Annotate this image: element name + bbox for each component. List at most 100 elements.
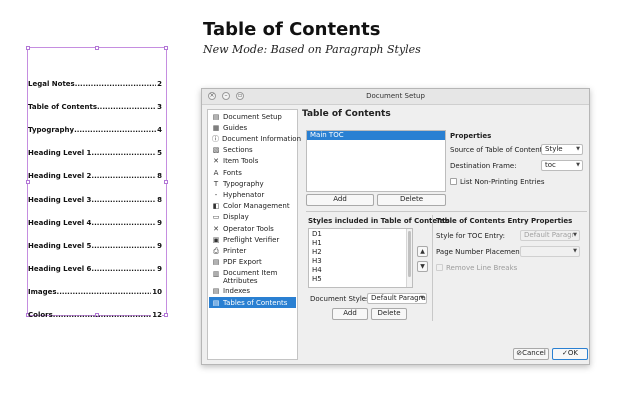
properties-title: Properties — [450, 132, 492, 140]
page-subtitle: New Mode: Based on Paragraph Styles — [203, 43, 421, 56]
toc-list[interactable]: Main TOC — [306, 130, 446, 192]
toc-text-frame[interactable]: Legal Notes.............................… — [26, 46, 168, 319]
sidebar-item-indexes[interactable]: ▤ Indexes — [209, 286, 296, 297]
frame-handle[interactable] — [26, 46, 30, 50]
frame-handle[interactable] — [26, 180, 30, 184]
styles-list[interactable]: D1 H1 H2 H3 H4 H5 — [308, 228, 413, 288]
style-list-item[interactable]: H2 — [309, 248, 412, 257]
sidebar-item-display[interactable]: ▭ Display — [209, 212, 296, 223]
delete-style-button[interactable]: Delete — [371, 308, 407, 320]
style-list-item[interactable]: H3 — [309, 257, 412, 266]
sidebar-item-preflight-verifier[interactable]: ▣ Preflight Verifier — [209, 234, 296, 245]
add-style-button[interactable]: Add — [332, 308, 368, 320]
sidebar-item-label: Operator Tools — [223, 224, 274, 233]
sidebar-item-color-management[interactable]: ◧ Color Management — [209, 201, 296, 212]
chevron-down-icon: ▼ — [420, 295, 424, 301]
toc-entry-label: Heading Level 4 — [28, 219, 92, 227]
sidebar-item-hyphenator[interactable]: ‐ Hyphenator — [209, 189, 296, 200]
toc-entry: Heading Level 1.........................… — [28, 149, 162, 157]
toc-entry-label: Table of Contents — [28, 103, 98, 111]
sidebar-item-pdf-export[interactable]: ▤ PDF Export — [209, 257, 296, 268]
source-label: Source of Table of Contents: — [450, 146, 549, 154]
dialog-titlebar: × – ▫ Document Setup — [202, 89, 589, 105]
toc-leader-dots: ........................................… — [91, 242, 162, 250]
sidebar-item-label: Color Management — [223, 202, 290, 211]
sidebar-item-label: Hyphenator — [223, 190, 265, 199]
scrollbar-thumb[interactable] — [408, 231, 411, 277]
style-list-item[interactable]: H1 — [309, 239, 412, 248]
sidebar-item-sections[interactable]: ▧ Sections — [209, 145, 296, 156]
toc-entry: Heading Level 2.........................… — [28, 172, 162, 180]
toc-entry-label: Heading Level 6 — [28, 265, 92, 273]
sidebar-item-typography[interactable]: T Typography — [209, 178, 296, 189]
style-list-item[interactable]: H5 — [309, 275, 412, 284]
toc-entry-page: 2 — [156, 80, 162, 88]
move-down-button[interactable]: ▼ — [417, 261, 428, 272]
page-number-select[interactable]: ▼ — [520, 246, 580, 257]
divider — [432, 215, 433, 321]
sidebar-item-label: Preflight Verifier — [223, 235, 280, 244]
sidebar-item-label: Indexes — [223, 287, 251, 296]
sidebar-item-guides[interactable]: ▦ Guides — [209, 122, 296, 133]
toc-leader-dots: ........................................… — [52, 311, 162, 319]
sidebar-item-printer[interactable]: ⎙ Printer — [209, 245, 296, 256]
scrollbar[interactable] — [406, 229, 412, 287]
toc-entry: Colors..................................… — [28, 311, 162, 319]
cancel-button[interactable]: ⊘Cancel — [513, 348, 549, 360]
sidebar-item-label: Guides — [223, 123, 248, 132]
move-up-button[interactable]: ▲ — [417, 246, 428, 257]
sidebar-item-document-information[interactable]: ⓘ Document Information — [209, 133, 301, 144]
toc-entry-label: Images — [28, 288, 57, 296]
source-select[interactable]: Style ▼ — [541, 144, 583, 155]
chevron-down-icon: ▼ — [573, 232, 577, 238]
add-toc-button[interactable]: Add — [306, 194, 374, 206]
page-title: Table of Contents — [203, 19, 381, 40]
toc-entry-page: 9 — [156, 219, 162, 227]
sidebar-item-fonts[interactable]: A Fonts — [209, 167, 296, 178]
style-list-item[interactable]: H4 — [309, 266, 412, 275]
sidebar-item-tables-of-contents[interactable]: ▤ Tables of Contents — [209, 297, 296, 308]
toc-entry: Legal Notes.............................… — [28, 80, 162, 88]
ok-button[interactable]: ✓OK — [552, 348, 588, 360]
toc-entry-label: Typography — [28, 126, 75, 134]
hyphenator-icon: ‐ — [214, 190, 218, 199]
frame-handle[interactable] — [95, 46, 99, 50]
toc-entry-label: Heading Level 1 — [28, 149, 92, 157]
typography-icon: T — [213, 179, 219, 188]
frame-handle[interactable] — [164, 313, 168, 317]
toc-icon: ▤ — [212, 298, 220, 307]
dialog-title: Document Setup — [366, 92, 425, 100]
sidebar-item-label: Document Information — [222, 134, 302, 143]
style-list-item[interactable]: D1 — [309, 230, 412, 239]
toc-leader-dots: ........................................… — [91, 149, 162, 157]
toc-leader-dots: ........................................… — [74, 80, 162, 88]
delete-toc-button[interactable]: Delete — [377, 194, 446, 206]
sidebar-item-item-tools[interactable]: ✕ Item Tools — [209, 156, 296, 167]
non-printing-checkbox[interactable] — [450, 178, 457, 185]
sidebar-item-operator-tools[interactable]: ✕ Operator Tools — [209, 223, 296, 234]
destination-select[interactable]: toc ▼ — [541, 160, 583, 171]
remove-line-breaks-checkbox[interactable] — [436, 264, 443, 271]
document-styles-select[interactable]: Default Paragra ▼ — [367, 293, 427, 304]
toc-leader-dots: ........................................… — [91, 265, 162, 273]
tools-icon: ✕ — [213, 157, 219, 166]
guides-icon: ▦ — [212, 123, 220, 132]
toc-list-item[interactable]: Main TOC — [307, 131, 445, 140]
destination-label: Destination Frame: — [450, 162, 517, 170]
printer-icon: ⎙ — [213, 246, 219, 255]
fonts-icon: A — [213, 168, 219, 177]
sidebar-item-label: PDF Export — [223, 258, 262, 267]
pdf-icon: ▤ — [212, 258, 220, 267]
sidebar-item-document-item-attributes[interactable]: ▥ Document Item Attributes — [209, 268, 296, 286]
document-icon: ▤ — [212, 112, 220, 121]
sidebar-item-document-setup[interactable]: ▤ Document Setup — [209, 111, 296, 122]
frame-handle[interactable] — [164, 180, 168, 184]
document-styles-label: Document Styles: — [310, 295, 373, 303]
divider — [306, 211, 587, 212]
style-for-entry-select[interactable]: Default Paragr ▼ — [520, 230, 580, 241]
toc-entry-label: Heading Level 5 — [28, 242, 92, 250]
toc-entry-page: 10 — [151, 288, 162, 296]
frame-handle[interactable] — [164, 46, 168, 50]
toc-leader-dots: ........................................… — [91, 172, 162, 180]
sidebar-item-label: Display — [223, 213, 249, 222]
